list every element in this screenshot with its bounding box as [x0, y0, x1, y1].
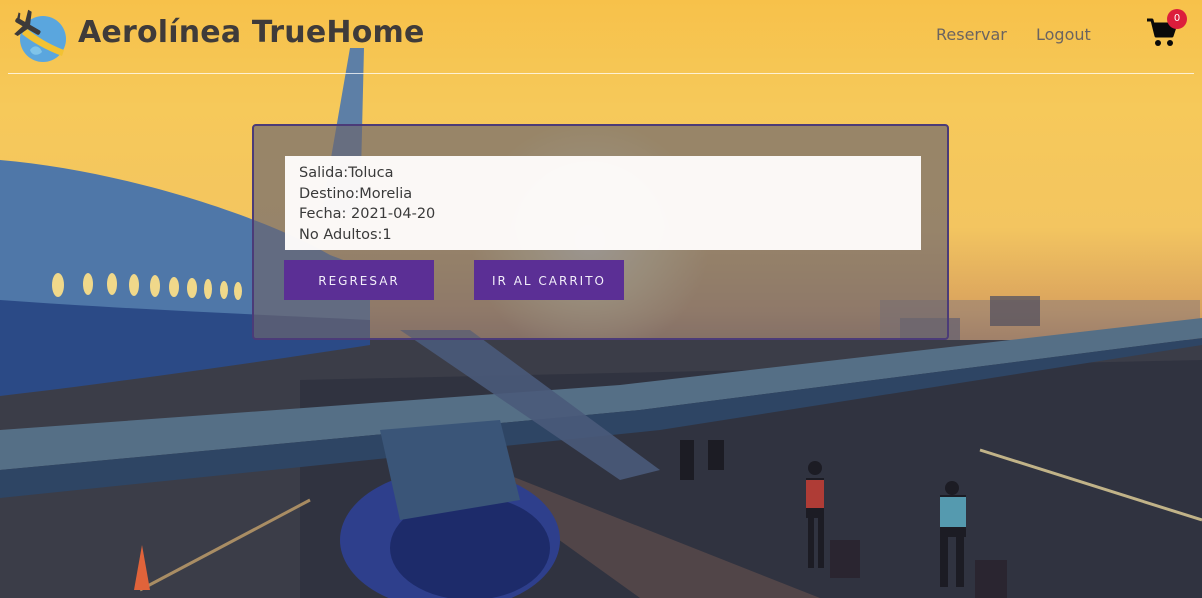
departure-text: Salida:Toluca [299, 165, 394, 181]
adults-count-text: No Adultos:1 [299, 226, 392, 243]
booking-details-box: Salida:Toluca Destino:Morelia Fecha: 202… [285, 156, 921, 250]
brand-title[interactable]: Aerolínea TrueHome [78, 15, 425, 50]
header-divider [8, 73, 1194, 74]
page: Aerolínea TrueHome Reservar Logout 0 Sal… [0, 0, 1202, 598]
top-navbar: Aerolínea TrueHome Reservar Logout 0 [0, 0, 1202, 73]
back-button[interactable]: REGRESAR [284, 260, 434, 300]
booking-summary-card: Salida:Toluca Destino:Morelia Fecha: 202… [252, 124, 949, 340]
date-text: Fecha: 2021-04-20 [299, 206, 436, 222]
destination-text: Destino:Morelia [299, 185, 413, 202]
cart-count-badge: 0 [1167, 9, 1187, 29]
nav-logout-link[interactable]: Logout [1036, 25, 1091, 44]
go-to-cart-button[interactable]: IR AL CARRITO [474, 260, 624, 300]
airline-logo-icon[interactable] [12, 6, 70, 64]
nav-reservar-link[interactable]: Reservar [936, 25, 1007, 44]
